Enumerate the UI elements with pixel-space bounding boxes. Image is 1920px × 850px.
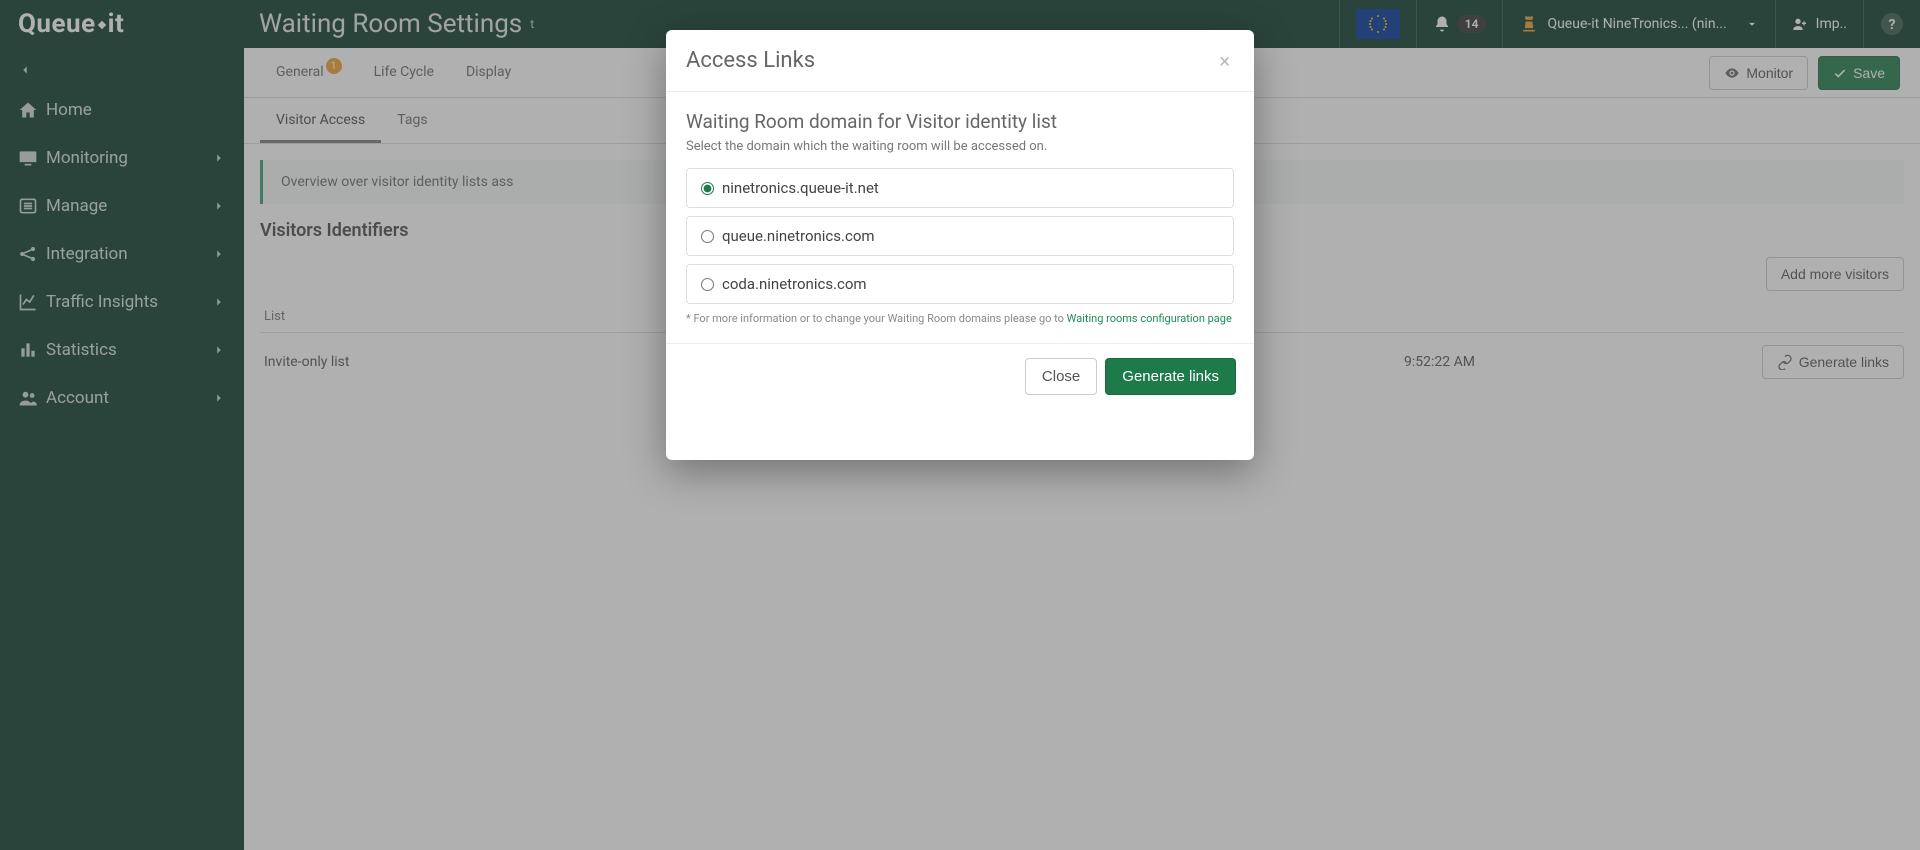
modal-description: Select the domain which the waiting room… xyxy=(686,139,1234,154)
access-links-modal: Access Links × Waiting Room domain for V… xyxy=(666,30,1254,460)
domain-option[interactable]: queue.ninetronics.com xyxy=(686,216,1234,256)
modal-close-action[interactable]: Close xyxy=(1025,358,1097,395)
modal-generate-button[interactable]: Generate links xyxy=(1105,358,1236,395)
modal-note-link[interactable]: Waiting rooms configuration page xyxy=(1067,312,1232,325)
modal-subtitle: Waiting Room domain for Visitor identity… xyxy=(686,110,1234,133)
domain-radio[interactable] xyxy=(701,278,714,291)
modal-close-button[interactable]: × xyxy=(1215,49,1234,73)
domain-radio[interactable] xyxy=(701,230,714,243)
modal-note-prefix: * For more information or to change your… xyxy=(686,312,1067,325)
domain-option[interactable]: ninetronics.queue-it.net xyxy=(686,168,1234,208)
modal-overlay: Access Links × Waiting Room domain for V… xyxy=(0,0,1920,850)
close-icon: × xyxy=(1219,49,1230,73)
domain-label: ninetronics.queue-it.net xyxy=(722,179,879,197)
domain-label: coda.ninetronics.com xyxy=(722,275,867,293)
modal-title: Access Links xyxy=(686,48,1215,73)
domain-radio[interactable] xyxy=(701,182,714,195)
domain-option[interactable]: coda.ninetronics.com xyxy=(686,264,1234,304)
modal-note: * For more information or to change your… xyxy=(686,312,1234,325)
domain-label: queue.ninetronics.com xyxy=(722,227,875,245)
